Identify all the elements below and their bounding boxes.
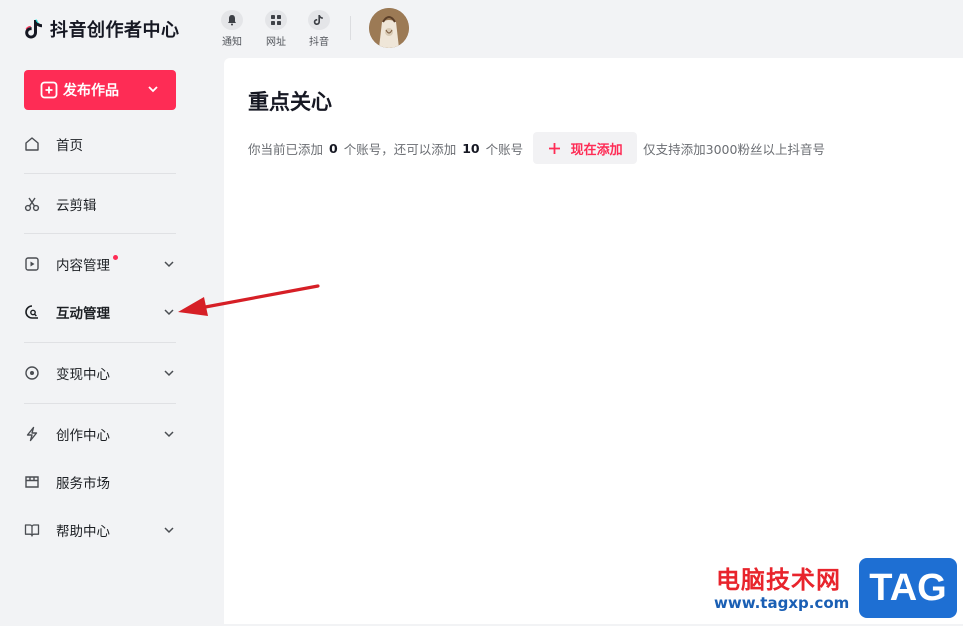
watermark: 电脑技术网 www.tagxp.com TAG <box>712 556 963 626</box>
sidebar-item-label: 互动管理 <box>56 306 110 322</box>
info-prefix: 你当前已添加 <box>248 141 324 157</box>
follower-requirement-note: 仅支持添加3000粉丝以上抖音号 <box>643 141 825 157</box>
sidebar-item-label: 创作中心 <box>56 428 110 444</box>
notification-dot <box>113 254 118 260</box>
sidebar-item-content-management[interactable]: 内容管理 <box>24 252 176 276</box>
main-content-card: 重点关心 你当前已添加 0 个账号，还可以添加 10 个账号 现在添加 仅支持添… <box>224 58 963 624</box>
sidebar-item-help-center[interactable]: 帮助中心 <box>24 518 176 542</box>
divider <box>24 342 176 343</box>
brand-name: 抖音创作者中心 <box>50 20 180 41</box>
top-bar: 通知 网址 抖音 <box>200 0 963 56</box>
annotation-arrow <box>178 284 320 316</box>
home-icon <box>25 137 39 151</box>
topbar-button-label: 通知 <box>222 37 242 48</box>
sidebar-item-monetization[interactable]: 变现中心 <box>24 361 176 385</box>
sidebar-item-label: 云剪辑 <box>56 198 97 214</box>
divider <box>24 173 176 174</box>
chevron-down-icon[interactable] <box>162 523 176 537</box>
account-info-row: 你当前已添加 0 个账号，还可以添加 10 个账号 现在添加 仅支持添加3000… <box>248 132 825 164</box>
info-middle: 个账号，还可以添加 <box>343 141 457 157</box>
book-icon <box>24 524 40 537</box>
sidebar-item-label: 内容管理 <box>56 258 110 274</box>
watermark-site-name: 电脑技术网 <box>716 566 841 594</box>
remaining-count: 10 <box>462 140 480 156</box>
websites-button[interactable]: 网址 <box>259 10 293 48</box>
icon-circle <box>265 10 287 30</box>
publish-button[interactable]: 发布作品 <box>24 70 176 110</box>
divider <box>24 233 176 234</box>
chevron-down-icon[interactable] <box>162 427 176 441</box>
douyin-logo-icon <box>25 19 42 39</box>
icon-circle <box>308 10 330 30</box>
added-count: 0 <box>329 140 338 156</box>
chevron-down-icon[interactable] <box>162 366 176 380</box>
topbar-button-label: 抖音 <box>309 37 329 48</box>
sidebar-item-home[interactable]: 首页 <box>24 132 176 156</box>
divider <box>24 403 176 404</box>
sidebar-item-cloud-edit[interactable]: 云剪辑 <box>24 192 176 216</box>
sidebar-item-label: 帮助中心 <box>56 524 110 540</box>
bell-icon <box>228 15 236 26</box>
douyin-icon <box>313 15 323 25</box>
notification-button[interactable]: 通知 <box>215 10 249 48</box>
sidebar-item-label: 首页 <box>56 138 83 154</box>
grid-icon <box>271 15 281 25</box>
avatar[interactable] <box>369 8 409 48</box>
brand-logo[interactable]: 抖音创作者中心 <box>24 16 180 42</box>
chat-search-icon <box>25 305 38 319</box>
add-now-button[interactable]: 现在添加 <box>533 132 638 164</box>
page-title: 重点关心 <box>248 90 332 114</box>
chevron-down-icon[interactable] <box>146 82 160 96</box>
sidebar-item-creation-center[interactable]: 创作中心 <box>24 422 176 446</box>
sidebar-item-label: 服务市场 <box>56 476 110 492</box>
watermark-url: www.tagxp.com <box>714 594 850 612</box>
topbar-separator <box>350 16 351 40</box>
topbar-button-label: 网址 <box>266 37 286 48</box>
chevron-down-icon[interactable] <box>162 257 176 271</box>
play-square-icon <box>25 257 39 271</box>
lightning-icon <box>26 426 38 442</box>
store-icon <box>25 476 39 488</box>
watermark-badge: TAG <box>859 558 957 618</box>
sidebar-item-interaction-management[interactable]: 互动管理 <box>24 300 176 324</box>
scissors-icon <box>24 197 40 212</box>
coin-icon <box>25 366 39 380</box>
add-now-label: 现在添加 <box>570 142 623 158</box>
icon-circle <box>221 10 243 30</box>
plus-icon <box>548 142 560 154</box>
info-suffix: 个账号 <box>485 141 524 157</box>
sidebar-item-label: 变现中心 <box>56 367 110 383</box>
publish-label: 发布作品 <box>63 83 119 99</box>
plus-square-icon <box>40 81 58 99</box>
sidebar-item-service-market[interactable]: 服务市场 <box>24 470 176 494</box>
douyin-button[interactable]: 抖音 <box>302 10 336 48</box>
avatar-image <box>369 8 409 48</box>
